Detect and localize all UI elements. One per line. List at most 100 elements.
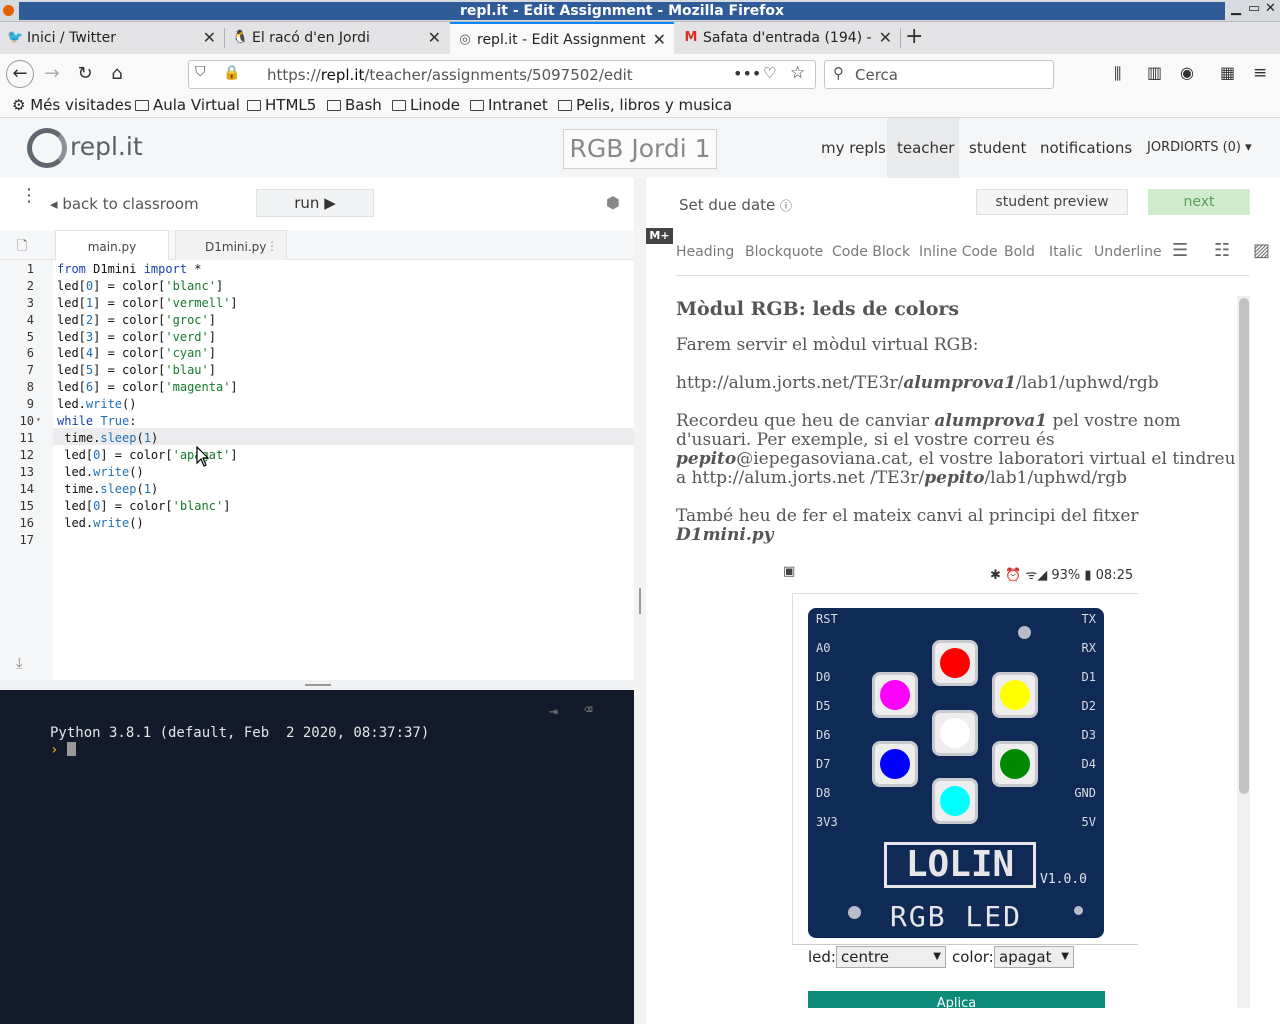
next-button[interactable]: next (1148, 189, 1250, 215)
back-icon[interactable]: ← (6, 60, 34, 88)
sidebar-icon[interactable]: ▥ (1147, 63, 1162, 82)
tab-gmail[interactable]: M Safata d'entrada (194) - ✕ (676, 22, 900, 54)
md-blockquote[interactable]: Blockquote (745, 244, 823, 260)
apply-button[interactable]: Aplica (808, 991, 1105, 1008)
color-select[interactable]: apagat ▼ (994, 946, 1074, 968)
user-menu[interactable]: JORDIORTS (0) ▾ (1147, 140, 1252, 155)
line-number: 5 (26, 330, 34, 344)
markdown-badge: M+ (646, 228, 673, 244)
led-top (932, 640, 978, 686)
bookmark-folder[interactable]: Bash (327, 96, 382, 114)
preview-paragraph: També heu de fer el mateix canvi al prin… (676, 506, 1139, 545)
code-line: time.sleep(1) (57, 482, 159, 496)
line-number: 2 (26, 279, 34, 293)
new-tab-icon[interactable]: + (905, 24, 923, 49)
md-bold[interactable]: Bold (1004, 244, 1035, 260)
window-title: repl.it - Edit Assignment - Mozilla Fire… (19, 2, 1225, 20)
forward-icon[interactable]: → (40, 62, 64, 86)
home-icon[interactable]: ⌂ (105, 62, 129, 86)
folder-icon (470, 100, 484, 111)
more-vertical-icon[interactable]: ⋮ (266, 230, 278, 262)
md-italic[interactable]: Italic (1049, 244, 1083, 260)
page-actions-icon[interactable]: ••• (733, 64, 761, 83)
editor-console-splitter[interactable] (0, 680, 634, 690)
url-text[interactable]: https://repl.it/teacher/assignments/5097… (267, 66, 633, 84)
nav-my-repls[interactable]: my repls (821, 139, 886, 157)
tab-twitter[interactable]: 🐦 Inici / Twitter ✕ (0, 22, 224, 54)
line-number: 11 (19, 431, 34, 445)
nav-student[interactable]: student (969, 139, 1026, 157)
image-icon[interactable]: ▨ (1253, 240, 1270, 261)
mouse-pointer-icon (196, 446, 210, 467)
line-number: 6 (26, 346, 34, 360)
tab-raco-jordi[interactable]: 🐧 El racó d'en Jordi ✕ (225, 22, 449, 54)
bullet-list-icon[interactable]: ☰ (1172, 240, 1188, 261)
back-to-classroom-link[interactable]: ◂ back to classroom (50, 195, 199, 213)
code-editor[interactable]: 1 2 3 4 5 6 7 8 9 10 ▾ 11 12 13 14 15 16… (0, 260, 634, 680)
console-panel[interactable]: ⇥ ⌫ Python 3.8.1 (default, Feb 2 2020, 0… (0, 690, 634, 1024)
menu-icon[interactable]: ≡ (1253, 63, 1267, 83)
line-number: 3 (26, 296, 34, 310)
nav-notifications[interactable]: notifications (1040, 139, 1132, 157)
extensions-icon[interactable]: ▦ (1220, 63, 1235, 82)
replit-logo-icon[interactable] (27, 128, 67, 168)
md-code-block[interactable]: Code Block (832, 244, 910, 260)
firefox-icon (3, 5, 14, 16)
code-line: led[0] = color['blanc'] (57, 279, 224, 293)
package-icon[interactable]: ⬢ (606, 193, 620, 212)
bookmark-most-visited[interactable]: ⚙ Més visitades (12, 96, 132, 114)
vertical-splitter[interactable] (634, 178, 646, 1024)
fold-arrow-icon[interactable]: ▾ (36, 415, 41, 424)
code-line: led[2] = color['groc'] (57, 313, 216, 327)
close-icon[interactable]: ✕ (879, 22, 892, 54)
numbered-list-icon[interactable]: ☷ (1214, 240, 1230, 261)
more-vertical-icon[interactable]: ⋮ (20, 187, 38, 205)
pocket-icon[interactable]: ♡ (763, 64, 776, 82)
line-number: 13 (19, 465, 34, 479)
close-icon[interactable]: ✕ (428, 22, 441, 54)
shield-icon[interactable]: ⛉ (195, 64, 206, 80)
project-name[interactable]: RGB Jordi 1 (563, 129, 717, 169)
lock-icon[interactable]: 🔒 (223, 65, 240, 81)
bookmark-folder[interactable]: HTML5 (247, 96, 316, 114)
bookmark-folder[interactable]: Intranet (470, 96, 548, 114)
reload-icon[interactable]: ↻ (73, 62, 97, 86)
code-line: led.write() (57, 397, 137, 411)
led-select[interactable]: centre ▼ (836, 946, 946, 968)
library-icon[interactable]: ⫼ (1114, 64, 1121, 84)
line-number: 9 (26, 397, 34, 411)
student-preview-button[interactable]: student preview (976, 189, 1128, 215)
md-underline[interactable]: Underline (1094, 244, 1162, 260)
line-number: 10 (19, 414, 34, 428)
tab-d1mini-py[interactable]: D1mini.py ⋮ (175, 230, 287, 260)
tab-replit-edit[interactable]: ◎ repl.it - Edit Assignment ✕ (450, 22, 674, 54)
close-window-icon[interactable]: ✕ (1265, 1, 1276, 16)
replit-logo-text[interactable]: repl.it (70, 132, 143, 161)
clear-console-icon[interactable]: ⇥ (549, 702, 558, 720)
download-icon[interactable]: ⤓ (16, 654, 23, 672)
md-inline-code[interactable]: Inline Code (919, 244, 998, 260)
maximize-icon[interactable]: ▭ (1248, 1, 1260, 16)
close-icon[interactable]: ✕ (653, 24, 666, 54)
account-icon[interactable]: ◉ (1180, 63, 1194, 82)
line-number: 8 (26, 380, 34, 394)
minimize-icon[interactable]: ▁ (1231, 1, 1241, 16)
color-label: color: (952, 948, 994, 966)
delete-icon[interactable]: ⌫ (584, 702, 592, 718)
run-button[interactable]: run ▶ (256, 189, 374, 217)
bookmark-folder[interactable]: Linode (392, 96, 460, 114)
bookmark-star-icon[interactable]: ☆ (790, 63, 805, 83)
bookmark-folder[interactable]: Aula Virtual (135, 96, 240, 114)
set-due-date[interactable]: Set due date ⓘ (679, 196, 792, 214)
bookmark-folder[interactable]: Pelis, libros y musica (558, 96, 732, 114)
scrollbar-thumb[interactable] (1239, 298, 1249, 794)
md-heading[interactable]: Heading (676, 244, 734, 260)
tab-main-py[interactable]: main.py (55, 230, 169, 260)
tab-label: repl.it - Edit Assignment (477, 32, 646, 48)
add-file-icon[interactable]: 🗋 (17, 237, 27, 259)
search-bar[interactable]: ⚲ Cerca (824, 60, 1054, 89)
url-bar[interactable]: ⛉ 🔒 https://repl.it/teacher/assignments/… (188, 60, 816, 89)
nav-teacher[interactable]: teacher (897, 139, 954, 157)
line-number: 4 (26, 313, 34, 327)
close-icon[interactable]: ✕ (203, 22, 216, 54)
